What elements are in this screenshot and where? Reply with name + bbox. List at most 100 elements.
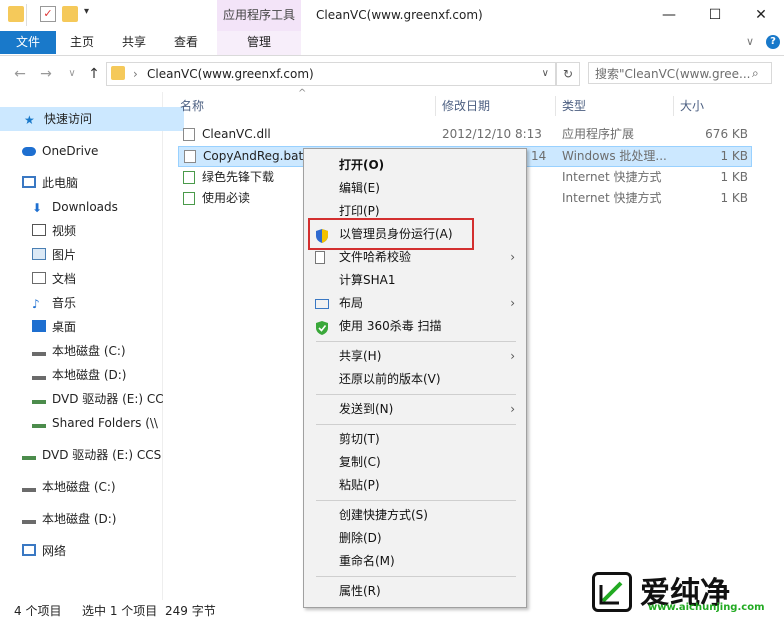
file-type: 应用程序扩展 — [562, 127, 635, 141]
nav-item-disk-d[interactable]: 本地磁盘 (D:) — [0, 363, 192, 387]
nav-item-shared-folders[interactable]: Shared Folders (\\ — [0, 411, 192, 435]
nav-item-music[interactable]: ♪ 音乐 — [0, 291, 192, 315]
nav-label: DVD 驱动器 (E:) CCS — [42, 448, 162, 462]
forward-arrow-icon[interactable]: → — [36, 64, 56, 84]
column-header-size[interactable]: 大小 — [674, 96, 754, 116]
menu-item-paste[interactable]: 粘贴(P) — [305, 474, 525, 497]
properties-qa-icon[interactable]: ✓ — [40, 6, 56, 22]
drive-icon — [22, 512, 36, 524]
download-icon: ⬇ — [32, 201, 43, 215]
menu-item-layout[interactable]: 布局 › — [305, 292, 525, 315]
tab-file[interactable]: 文件 — [0, 31, 56, 54]
nav-item-dvd-e[interactable]: DVD 驱动器 (E:) CC — [0, 387, 192, 411]
drive-icon — [32, 344, 46, 356]
breadcrumb-chevron-icon: › — [133, 67, 138, 81]
contextual-tab-group: 应用程序工具 — [217, 0, 301, 31]
menu-item-rename[interactable]: 重命名(M) — [305, 550, 525, 573]
close-button[interactable]: ✕ — [738, 0, 784, 31]
nav-item-quick-access[interactable]: ★ 快速访问 — [0, 107, 184, 131]
menu-item-delete[interactable]: 删除(D) — [305, 527, 525, 550]
address-dropdown-icon[interactable]: ∨ — [542, 63, 549, 85]
nav-item-pictures[interactable]: 图片 — [0, 243, 192, 267]
table-row[interactable]: CleanVC.dll 2012/12/10 8:13 应用程序扩展 676 K… — [178, 124, 752, 145]
maximize-button[interactable]: ☐ — [692, 0, 738, 31]
annotation-highlight-box — [308, 218, 474, 250]
recent-dropdown-icon[interactable]: ∨ — [62, 64, 82, 84]
menu-item-copy[interactable]: 复制(C) — [305, 451, 525, 474]
column-header-type[interactable]: 类型 — [556, 96, 674, 116]
url-shortcut-icon — [183, 171, 195, 184]
file-type: Windows 批处理... — [562, 149, 667, 163]
tab-share[interactable]: 共享 — [116, 31, 152, 54]
search-input[interactable]: 搜索"CleanVC(www.gree... — [588, 62, 772, 84]
tab-manage[interactable]: 管理 — [217, 31, 301, 55]
file-size: 1 KB — [720, 191, 748, 205]
nav-label: 视频 — [52, 224, 77, 238]
qa-dropdown-icon[interactable]: ▾ — [84, 6, 89, 17]
menu-item-send-to[interactable]: 发送到(N) › — [305, 398, 525, 421]
address-path[interactable]: CleanVC(www.greenxf.com) — [147, 63, 314, 85]
document-icon — [32, 272, 46, 284]
submenu-arrow-icon: › — [510, 296, 515, 310]
nav-item-documents[interactable]: 文档 — [0, 267, 192, 291]
computer-icon — [22, 176, 36, 188]
menu-item-scan-360[interactable]: 使用 360杀毒 扫描 — [305, 315, 525, 338]
submenu-arrow-icon: › — [510, 402, 515, 416]
nav-item-onedrive[interactable]: OneDrive — [0, 139, 182, 163]
nav-label: Downloads — [52, 200, 118, 214]
column-header-name[interactable]: 名称 — [174, 96, 436, 116]
file-size: 1 KB — [720, 170, 748, 184]
tab-home[interactable]: 主页 — [64, 31, 100, 54]
menu-separator — [316, 576, 516, 577]
minimize-button[interactable]: — — [646, 0, 692, 31]
ribbon-expand-icon[interactable]: ∨ — [746, 35, 754, 48]
refresh-button[interactable]: ↻ — [556, 62, 580, 86]
nav-label: DVD 驱动器 (E:) CC — [52, 392, 164, 406]
address-bar[interactable]: › CleanVC(www.greenxf.com) ∨ — [106, 62, 556, 86]
folder-icon — [111, 66, 125, 80]
network-drive-icon — [32, 416, 46, 428]
menu-item-properties[interactable]: 属性(R) — [305, 580, 525, 603]
nav-label: 本地磁盘 (C:) — [42, 480, 116, 494]
back-arrow-icon[interactable]: ← — [10, 64, 30, 84]
help-icon[interactable]: ? — [766, 35, 780, 49]
up-arrow-icon[interactable]: ↑ — [84, 64, 104, 84]
nav-label: 图片 — [52, 248, 77, 262]
file-size: 1 KB — [720, 149, 748, 163]
menu-item-edit[interactable]: 编辑(E) — [305, 177, 525, 200]
drive-icon — [32, 368, 46, 380]
menu-item-create-shortcut[interactable]: 创建快捷方式(S) — [305, 504, 525, 527]
nav-item-downloads[interactable]: ⬇ Downloads — [0, 195, 192, 219]
column-header-date[interactable]: 修改日期 — [436, 96, 556, 116]
status-selected: 选中 1 个项目 — [82, 604, 158, 618]
tab-view[interactable]: 查看 — [168, 31, 204, 54]
nav-item-disk-c[interactable]: 本地磁盘 (C:) — [0, 339, 192, 363]
window-title: CleanVC(www.greenxf.com) — [316, 8, 483, 22]
menu-separator — [316, 394, 516, 395]
nav-label: 音乐 — [52, 296, 77, 310]
nav-item-desktop[interactable]: 桌面 — [0, 315, 192, 339]
nav-label: 文档 — [52, 272, 77, 286]
bat-file-icon — [184, 150, 196, 163]
menu-item-restore-versions[interactable]: 还原以前的版本(V) — [305, 368, 525, 391]
nav-item-network[interactable]: 网络 — [0, 539, 182, 563]
nav-item-disk-c-root[interactable]: 本地磁盘 (C:) — [0, 475, 182, 499]
layout-icon — [315, 299, 329, 309]
star-icon: ★ — [24, 113, 35, 127]
menu-item-sha1[interactable]: 计算SHA1 — [305, 269, 525, 292]
nav-item-this-pc[interactable]: 此电脑 — [0, 171, 182, 195]
nav-label: 本地磁盘 (D:) — [52, 368, 127, 382]
menu-separator — [316, 341, 516, 342]
nav-item-dvd-root[interactable]: DVD 驱动器 (E:) CCS — [0, 443, 182, 467]
music-icon: ♪ — [32, 297, 40, 311]
file-size: 676 KB — [705, 127, 748, 141]
new-folder-qa-icon[interactable] — [62, 6, 78, 22]
menu-item-open[interactable]: 打开(O) — [305, 154, 525, 177]
folder-icon — [8, 6, 24, 22]
drive-icon — [22, 480, 36, 492]
nav-item-videos[interactable]: 视频 — [0, 219, 192, 243]
nav-item-disk-d-root[interactable]: 本地磁盘 (D:) — [0, 507, 182, 531]
menu-item-share[interactable]: 共享(H) › — [305, 345, 525, 368]
menu-item-cut[interactable]: 剪切(T) — [305, 428, 525, 451]
file-date: 14 — [531, 149, 547, 163]
